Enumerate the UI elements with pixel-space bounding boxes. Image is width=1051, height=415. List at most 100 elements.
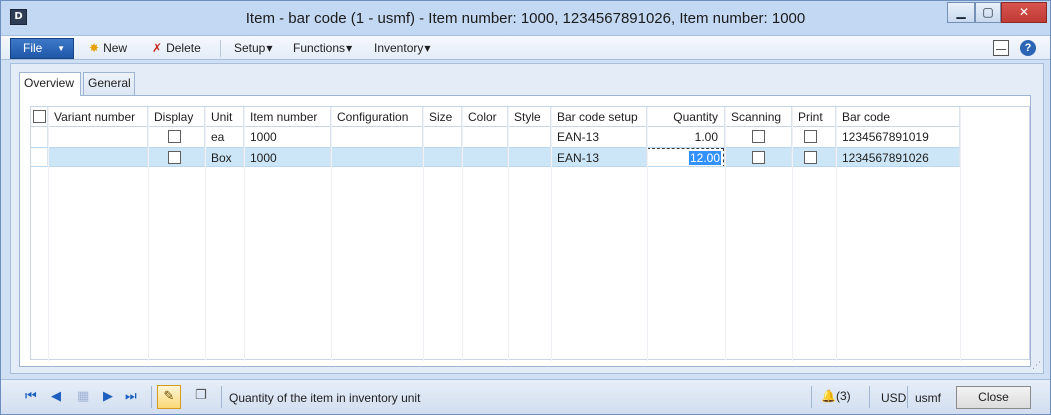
delete-label: Delete: [166, 41, 201, 55]
title-bar: D Item - bar code (1 - usmf) - Item numb…: [1, 1, 1050, 35]
cell-quantity: 12.00: [647, 147, 725, 167]
file-menu-button[interactable]: File ▼: [10, 38, 74, 59]
cell-display: [148, 127, 205, 147]
next-record-icon[interactable]: ▶: [103, 389, 113, 404]
cell-bar-code-setup[interactable]: EAN-13: [551, 147, 647, 167]
cell-configuration[interactable]: [331, 127, 423, 147]
quantity-input[interactable]: 12.00: [647, 148, 724, 166]
separator: [220, 40, 221, 57]
scanning-checkbox[interactable]: [752, 130, 765, 144]
status-bar: ⏮ ◀ ▦ ▶ ⏭ ✎ ❐ Quantity of the item in in…: [1, 379, 1050, 414]
resize-grip-icon[interactable]: ⋰: [1032, 360, 1041, 371]
bar-code-grid[interactable]: Variant number Display Unit Item number …: [30, 106, 1030, 361]
grid-line: [48, 107, 49, 361]
col-header-color[interactable]: Color: [462, 107, 508, 127]
delete-button[interactable]: ✗ Delete: [152, 41, 201, 55]
setup-menu-button[interactable]: Setup▼: [234, 41, 273, 55]
cell-bar-code[interactable]: 1234567891026: [836, 147, 960, 167]
minimize-button[interactable]: ▁: [947, 2, 975, 23]
scanning-checkbox[interactable]: [752, 151, 765, 165]
col-header-item-number[interactable]: Item number: [244, 107, 331, 127]
tab-panel-overview: Variant number Display Unit Item number …: [19, 95, 1031, 367]
setup-label: Setup: [234, 41, 266, 55]
table-row[interactable]: ea 1000 EAN-13 1.00 1234567891019: [31, 127, 960, 147]
maximize-button[interactable]: ▢: [975, 2, 1001, 23]
separator: [907, 386, 908, 408]
inventory-menu-button[interactable]: Inventory▼: [374, 41, 431, 55]
cell-bar-code-setup[interactable]: EAN-13: [551, 127, 647, 147]
grid-line: [792, 107, 793, 361]
file-label: File: [23, 41, 43, 55]
chevron-down-icon: ▼: [266, 44, 273, 53]
row-marker[interactable]: [31, 127, 48, 147]
grid-line: [148, 107, 149, 361]
new-star-icon: ✸: [89, 41, 100, 55]
col-header-size[interactable]: Size: [423, 107, 462, 127]
pencil-icon: ✎: [163, 389, 175, 404]
company-indicator[interactable]: usmf: [915, 391, 941, 405]
cell-color[interactable]: [462, 127, 508, 147]
window: D Item - bar code (1 - usmf) - Item numb…: [0, 0, 1051, 415]
display-checkbox[interactable]: [168, 151, 181, 165]
grid-view-icon[interactable]: ▦: [77, 389, 89, 404]
col-header-style[interactable]: Style: [508, 107, 551, 127]
col-header-display[interactable]: Display: [148, 107, 205, 127]
cell-configuration[interactable]: [331, 147, 423, 167]
cell-color[interactable]: [462, 147, 508, 167]
help-icon[interactable]: ?: [1020, 40, 1036, 56]
grid-line: [244, 107, 245, 361]
col-header-bar-code[interactable]: Bar code: [836, 107, 960, 127]
attachment-icon[interactable]: ❐: [195, 388, 207, 403]
cell-scanning: [725, 127, 792, 147]
cell-style[interactable]: [508, 127, 551, 147]
cell-unit[interactable]: Box: [205, 147, 244, 167]
col-header-scanning[interactable]: Scanning: [725, 107, 792, 127]
print-checkbox[interactable]: [804, 151, 817, 165]
cell-size[interactable]: [423, 147, 462, 167]
grid-line: [508, 107, 509, 361]
grid-line: [462, 107, 463, 361]
display-checkbox[interactable]: [168, 130, 181, 144]
edit-mode-button[interactable]: ✎: [157, 385, 181, 409]
cell-unit[interactable]: ea: [205, 127, 244, 147]
cell-bar-code[interactable]: 1234567891019: [836, 127, 960, 147]
grid-header-row: Variant number Display Unit Item number …: [31, 107, 960, 127]
grid-line: [205, 107, 206, 361]
table-row-selected[interactable]: Box 1000 EAN-13 12.00 1234567891026: [31, 147, 960, 167]
close-window-button[interactable]: ✕: [1001, 2, 1047, 23]
layout-icon[interactable]: [993, 40, 1009, 56]
col-header-variant-number[interactable]: Variant number: [48, 107, 148, 127]
tab-overview[interactable]: Overview: [19, 72, 81, 96]
select-all-checkbox[interactable]: [33, 110, 46, 124]
tab-general[interactable]: General: [83, 72, 135, 95]
col-header-quantity[interactable]: Quantity: [647, 107, 725, 127]
cell-quantity[interactable]: 1.00: [647, 127, 725, 147]
previous-record-icon[interactable]: ◀: [51, 389, 61, 404]
chevron-down-icon: ▼: [424, 44, 431, 53]
last-record-icon[interactable]: ⏭: [125, 389, 137, 404]
cell-size[interactable]: [423, 127, 462, 147]
delete-x-icon: ✗: [152, 41, 163, 55]
cell-item-number[interactable]: 1000: [244, 147, 331, 167]
col-header-bar-code-setup[interactable]: Bar code setup: [551, 107, 647, 127]
grid-line: [647, 107, 648, 361]
status-help-text: Quantity of the item in inventory unit: [229, 391, 421, 405]
new-button[interactable]: ✸ New: [89, 41, 127, 55]
functions-menu-button[interactable]: Functions▼: [293, 41, 352, 55]
cell-variant-number[interactable]: [48, 147, 148, 167]
close-button[interactable]: Close: [956, 386, 1031, 409]
col-header-configuration[interactable]: Configuration: [331, 107, 423, 127]
row-marker[interactable]: [31, 147, 48, 167]
notifications-button[interactable]: 🔔(3): [821, 389, 851, 403]
cell-style[interactable]: [508, 147, 551, 167]
chevron-down-icon: ▼: [346, 44, 353, 53]
cell-variant-number[interactable]: [48, 127, 148, 147]
currency-indicator[interactable]: USD: [881, 391, 906, 405]
inventory-label: Inventory: [374, 41, 424, 55]
cell-print: [792, 127, 836, 147]
cell-item-number[interactable]: 1000: [244, 127, 331, 147]
print-checkbox[interactable]: [804, 130, 817, 144]
col-header-unit[interactable]: Unit: [205, 107, 244, 127]
first-record-icon[interactable]: ⏮: [25, 389, 37, 404]
col-header-print[interactable]: Print: [792, 107, 836, 127]
